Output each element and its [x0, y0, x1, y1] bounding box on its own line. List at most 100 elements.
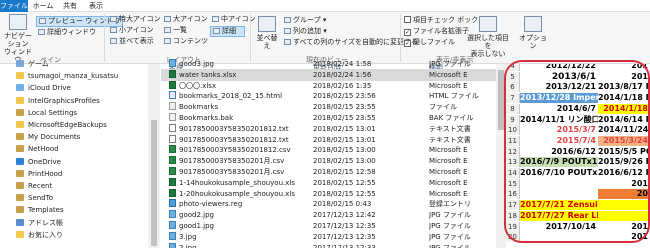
- checkbox-unchecked: [404, 16, 411, 23]
- tab-file[interactable]: ファイル: [0, 0, 28, 12]
- jpg-file-icon: [169, 221, 176, 229]
- hidden-items-toggle[interactable]: ✓ 隠しファイル: [404, 38, 455, 47]
- row-number: 19: [506, 221, 520, 232]
- details-view-icon: [213, 28, 220, 34]
- sheet-row: 172017/7/21 Zensui Cooler: [506, 200, 650, 211]
- nav-item-label: お気に入り: [28, 230, 63, 239]
- sheet-row: 7 2013/12/28 Impero 2014/1/18 F: [506, 93, 650, 104]
- nav-item-label: アドレス帳: [28, 218, 63, 227]
- group-by-label: グループ: [293, 16, 321, 24]
- details-pane-button[interactable]: 詳細ウィンドウ: [38, 28, 96, 37]
- group-by-icon: [284, 17, 291, 23]
- file-list-scrollbar-thumb[interactable]: [498, 70, 504, 130]
- nav-item[interactable]: Recent: [16, 180, 52, 192]
- csv-file-icon: [169, 145, 176, 154]
- nav-scrollbar-thumb[interactable]: [151, 120, 157, 246]
- tab-view[interactable]: 表示: [84, 0, 108, 12]
- row-number: 15: [506, 178, 520, 189]
- nav-item[interactable]: NetHood: [16, 143, 59, 155]
- large-icons-icon: [164, 16, 171, 22]
- sheet-cell: 2017/7/27 Rear LED: [520, 210, 598, 221]
- sheet-cell: 2015/7/4: [520, 135, 598, 146]
- add-columns-button[interactable]: 列の追加 ▾: [284, 27, 327, 36]
- nav-item[interactable]: IntelGraphicsProfiles: [16, 95, 100, 107]
- sheet-cell: 2013/6/1: [520, 71, 598, 82]
- file-name: water tanks.xlsx: [179, 70, 237, 79]
- file-row[interactable]: 2.jpg 2017/12/13 12:33 JPG ファイル: [161, 242, 506, 248]
- file-date: 2017/12/13 12:33: [313, 243, 376, 248]
- nav-item[interactable]: Templates: [16, 204, 64, 216]
- nav-item[interactable]: ゲーム: [16, 58, 49, 70]
- nav-item[interactable]: My Documents: [16, 131, 80, 143]
- sheet-cell: 2016/6/12 F: [598, 168, 650, 178]
- options-button[interactable]: オプション: [518, 16, 548, 50]
- sort-by-button[interactable]: 並べ替え: [254, 16, 280, 50]
- nav-item-label: OneDrive: [28, 157, 61, 166]
- nav-item-label: My Documents: [28, 133, 81, 142]
- reg-file-icon: [169, 199, 176, 208]
- tab-home[interactable]: ホーム: [30, 0, 56, 12]
- sheet-cell: [520, 178, 598, 189]
- large-icons-option[interactable]: 大アイコン: [164, 15, 208, 24]
- chevron-down-icon: ▾: [323, 27, 327, 35]
- medium-icons-icon: [212, 16, 219, 22]
- nav-item[interactable]: MicrosoftEdgeBackups: [16, 119, 107, 131]
- fit-columns-button[interactable]: すべての列のサイズを自動的に変更する: [284, 38, 418, 47]
- nav-item[interactable]: Local Settings: [16, 107, 77, 119]
- xl-icons-option[interactable]: 特大アイコン: [110, 15, 161, 24]
- file-name: bookmarks_2018_02_15.html: [179, 92, 283, 101]
- csv-file-icon: [169, 167, 176, 175]
- small-icons-option[interactable]: 小アイコン: [110, 26, 154, 35]
- options-label: オプション: [519, 34, 547, 50]
- xls-file-icon: [169, 69, 176, 78]
- file-extensions-toggle[interactable]: ✓ ファイル名拡張子: [404, 27, 469, 36]
- jpg-file-icon: [169, 242, 176, 248]
- nav-item[interactable]: お気に入り: [16, 229, 63, 241]
- list-view-icon: [164, 27, 171, 33]
- file-type: JPG ファイル: [429, 243, 471, 248]
- nav-item[interactable]: アドレス帳: [16, 217, 63, 229]
- sheet-cell: [598, 210, 650, 221]
- bak-file-icon: [169, 102, 176, 111]
- file-name: 3.jpg: [179, 232, 197, 241]
- row-number: 6: [506, 82, 520, 93]
- group-by-button[interactable]: グループ ▾: [284, 16, 326, 25]
- tab-share[interactable]: 共有: [58, 0, 82, 12]
- file-name: good3.jpg: [179, 60, 214, 68]
- sheet-cell: 2017/7/21 Zensui Cooler: [520, 200, 598, 211]
- nav-item[interactable]: tsumagoi_manza_kusatsu: [16, 70, 118, 82]
- nav-item[interactable]: SendTo: [16, 192, 53, 204]
- sheet-row: 20 201: [506, 232, 650, 243]
- folder-icon: [16, 157, 24, 165]
- file-name: 2.jpg: [179, 243, 197, 248]
- details-pane-label: 詳細ウィンドウ: [47, 28, 96, 36]
- nav-item[interactable]: PrintHood: [16, 168, 62, 180]
- sheet-cell: 2017/10/14: [520, 221, 598, 232]
- hide-selected-button[interactable]: 選択した項目を 表示しない: [466, 16, 510, 58]
- small-icons-icon: [110, 27, 117, 33]
- small-icons-label: 小アイコン: [119, 26, 154, 34]
- nav-item-label: MicrosoftEdgeBackups: [28, 121, 107, 129]
- navigation-pane-button[interactable]: ナビゲーション ウィンドウ: [2, 14, 34, 64]
- file-name: 9017850003Y58350201812.txt: [179, 124, 289, 133]
- xls-file-icon: [169, 80, 176, 89]
- sheet-cell: 2015/3/24: [598, 135, 650, 146]
- content-option[interactable]: コンテンツ: [164, 37, 208, 46]
- nav-item-label: PrintHood: [28, 169, 63, 178]
- nav-item[interactable]: iCloud Drive: [16, 82, 71, 94]
- nav-item[interactable]: OneDrive: [16, 156, 61, 168]
- ribbon-separator: [104, 14, 105, 62]
- sheet-cell: 2014/1/18: [598, 103, 650, 114]
- details-option[interactable]: 詳細: [210, 26, 245, 37]
- list-option[interactable]: 一覧: [164, 26, 187, 35]
- sheet-cell: 2014/6/7: [520, 103, 598, 114]
- row-number: 20: [506, 232, 520, 243]
- tiles-option[interactable]: 並べて表示: [110, 37, 154, 46]
- fit-columns-icon: [284, 39, 291, 45]
- ribbon-view: ナビゲーション ウィンドウ プレビュー ウィンドウ 詳細ウィンドウ ペイン 特大…: [0, 12, 650, 64]
- nav-item-label: iCloud Drive: [28, 84, 71, 93]
- folder-icon: [16, 206, 24, 214]
- row-number: 11: [506, 135, 520, 146]
- details-pane-icon: [38, 29, 45, 35]
- bak-file-icon: [169, 113, 176, 121]
